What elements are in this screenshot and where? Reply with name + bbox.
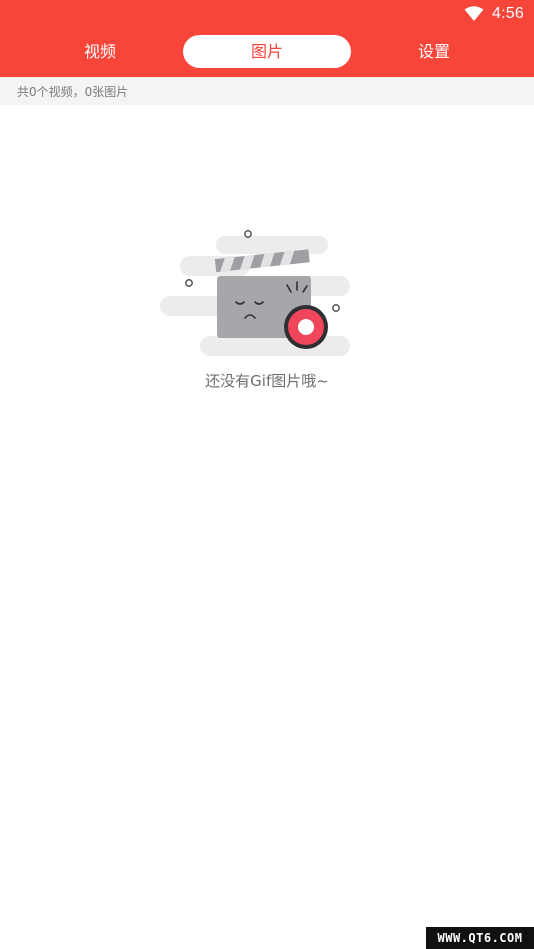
- status-bar: 4:56: [0, 0, 534, 28]
- watermark-badge: WWW.QT6.COM: [426, 927, 534, 949]
- wifi-icon: [464, 6, 484, 22]
- app-screen: 4:56 视频 图片 设置 共0个视频，0张图片 还没有Gif图片哦~ WWW.…: [0, 0, 534, 949]
- tab-images[interactable]: 图片: [183, 35, 351, 68]
- clapperboard-sad-icon: [158, 226, 354, 362]
- status-indicators: 4:56: [464, 2, 524, 26]
- empty-state-message: 还没有Gif图片哦~: [205, 372, 329, 390]
- summary-bar: 共0个视频，0张图片: [0, 77, 534, 105]
- tab-bar: 视频 图片 设置: [0, 28, 534, 77]
- tab-video[interactable]: 视频: [16, 35, 184, 68]
- summary-count-text: 共0个视频，0张图片: [17, 85, 129, 99]
- status-time: 4:56: [492, 5, 524, 22]
- tab-settings[interactable]: 设置: [350, 35, 518, 68]
